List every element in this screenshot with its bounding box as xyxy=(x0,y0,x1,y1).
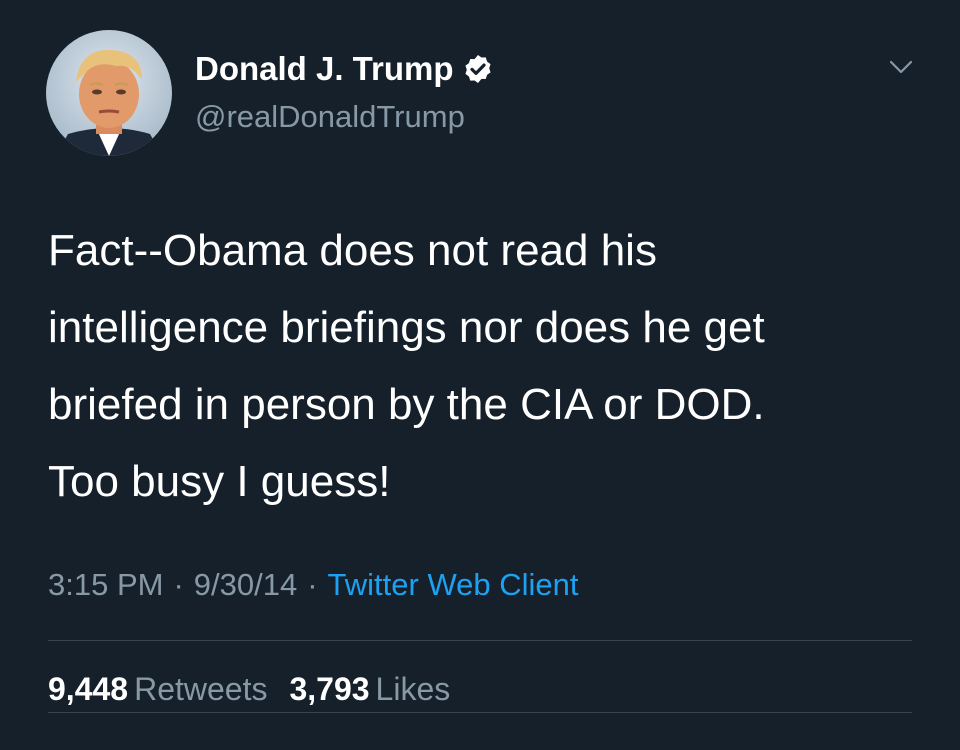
tweet-text: Fact--Obama does not read his intelligen… xyxy=(48,226,765,506)
tweet-date[interactable]: 9/30/14 xyxy=(194,567,297,602)
tweet-card: Donald J. Trump @realDonaldTrump Fact--O… xyxy=(0,0,960,750)
retweets-count: 9,448 xyxy=(48,671,129,707)
likes-count: 3,793 xyxy=(289,671,370,707)
tweet-stats: 9,448 Retweets 3,793 Likes xyxy=(48,668,450,710)
tweet-time[interactable]: 3:15 PM xyxy=(48,567,163,602)
meta-separator: · xyxy=(307,567,318,602)
retweets-label: Retweets xyxy=(134,671,268,707)
avatar[interactable] xyxy=(46,30,172,156)
chevron-down-icon[interactable] xyxy=(886,52,916,82)
likes-stat[interactable]: 3,793 Likes xyxy=(289,671,450,707)
profile-photo-icon xyxy=(46,30,172,156)
retweets-stat[interactable]: 9,448 Retweets xyxy=(48,671,267,707)
display-name[interactable]: Donald J. Trump xyxy=(195,48,454,90)
divider xyxy=(48,640,912,641)
divider xyxy=(48,712,912,713)
tweet-meta: 3:15 PM · 9/30/14 · Twitter Web Client xyxy=(48,564,579,606)
tweet-source-link[interactable]: Twitter Web Client xyxy=(328,567,579,602)
author-name-row[interactable]: Donald J. Trump xyxy=(195,48,494,90)
likes-label: Likes xyxy=(375,671,451,707)
meta-separator: · xyxy=(173,567,184,602)
verified-badge-icon xyxy=(462,53,494,85)
author-handle[interactable]: @realDonaldTrump xyxy=(195,98,465,136)
